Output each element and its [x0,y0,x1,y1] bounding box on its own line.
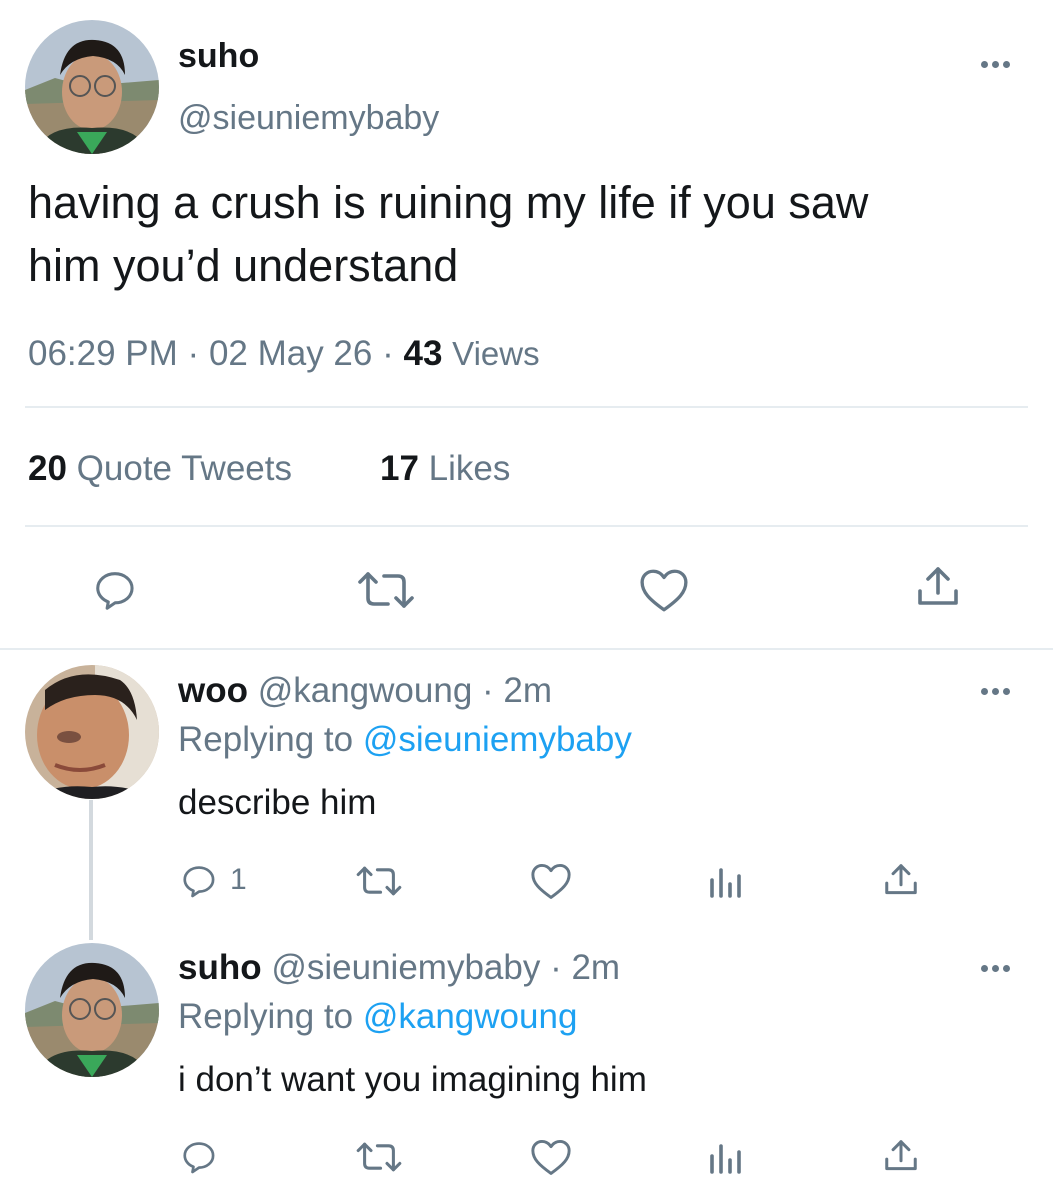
handle[interactable]: @kangwoung [258,671,473,710]
reply-text: describe him [178,783,377,822]
views-count: 43 [403,334,443,373]
more-options-icon[interactable] [981,58,1017,70]
share-icon[interactable] [882,1137,920,1175]
tweet-time[interactable]: 06:29 PM [28,334,178,373]
replying-to: Replying to @sieuniemybaby [178,720,632,760]
display-name[interactable]: suho [178,948,262,987]
reply-time: 2m [503,671,553,710]
reply-count: 1 [230,863,247,896]
retweet-icon[interactable] [356,570,416,610]
tweet-text: him you’d understand [28,240,459,291]
analytics-icon[interactable] [709,1140,743,1174]
tweet-meta: 06:29 PM · 02 May 26 · 43 Views [28,334,540,374]
more-options-icon[interactable] [981,962,1017,974]
reply-header: suho @sieuniemybaby · 2m [178,948,620,988]
views-label: Views [452,335,540,372]
handle[interactable]: @sieuniemybaby [271,948,540,987]
tweet-text: having a crush is ruining my life if you… [28,177,869,228]
handle[interactable]: @sieuniemybaby [178,99,439,138]
like-icon[interactable] [530,862,572,900]
replying-prefix: Replying to [178,997,354,1036]
analytics-icon[interactable] [709,864,743,898]
divider [25,406,1028,408]
reply-time: 2m [571,948,621,987]
section-divider [0,648,1053,650]
replying-handle-link[interactable]: @sieuniemybaby [363,720,632,759]
meta-separator: · [187,334,200,373]
retweet-icon[interactable] [355,1141,403,1173]
display-name[interactable]: suho [178,37,259,76]
meta-separator: · [382,334,394,373]
retweet-icon[interactable] [355,865,403,897]
tweet-date[interactable]: 02 May 26 [209,334,372,373]
reply-header: woo @kangwoung · 2m [178,671,552,711]
avatar[interactable] [25,20,159,154]
meta-separator: · [550,948,562,987]
likes-count: 17 [380,449,419,488]
share-icon[interactable] [914,563,962,611]
avatar[interactable] [25,665,159,799]
meta-separator: · [482,671,494,710]
like-icon[interactable] [530,1138,572,1176]
quote-tweets-label: Quote Tweets [76,449,292,488]
display-name[interactable]: woo [178,671,248,710]
reply-text: i don’t want you imagining him [178,1060,647,1099]
likes-label: Likes [428,449,511,488]
replying-handle-link[interactable]: @kangwoung [363,997,578,1036]
replying-to: Replying to @kangwoung [178,997,577,1037]
likes-stat[interactable]: 17 Likes [380,449,510,489]
more-options-icon[interactable] [981,685,1017,697]
thread-line [89,800,93,940]
like-icon[interactable] [639,567,689,613]
avatar[interactable] [25,943,159,1077]
reply-icon[interactable] [180,1138,218,1176]
quote-tweets-stat[interactable]: 20 Quote Tweets [28,449,292,489]
share-icon[interactable] [882,861,920,899]
reply-icon[interactable] [92,567,138,613]
quote-tweets-count: 20 [28,449,67,488]
replying-prefix: Replying to [178,720,354,759]
reply-icon[interactable] [180,862,218,900]
divider [25,525,1028,527]
